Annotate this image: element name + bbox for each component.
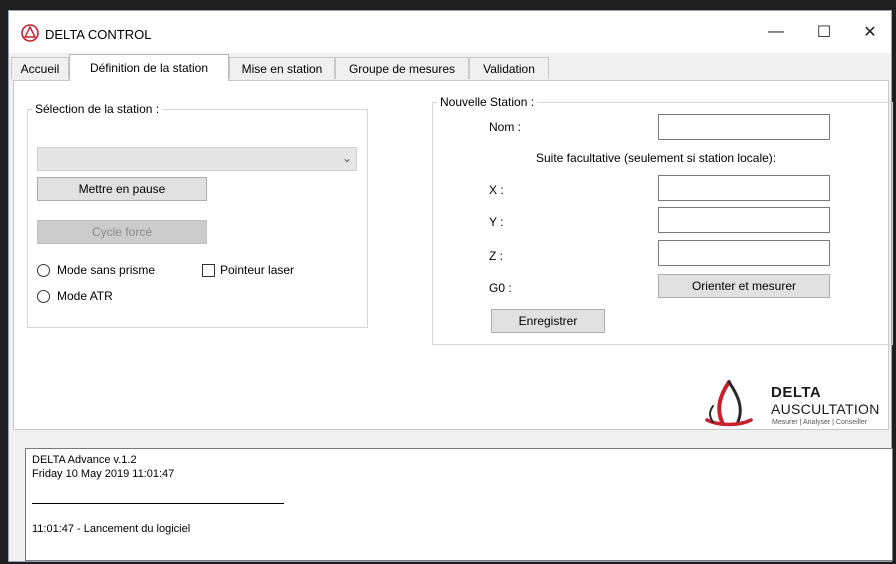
laser-pointer-checkbox[interactable] [202,264,215,277]
log-separator [32,503,284,504]
minimize-button[interactable]: — [753,11,799,53]
x-label: X : [489,183,504,197]
log-entry-line: 11:01:47 - Lancement du logiciel [32,523,191,535]
chevron-down-icon: ⌄ [341,151,352,165]
atr-label: Mode ATR [57,289,113,303]
y-input[interactable] [658,207,830,233]
log-console[interactable]: DELTA Advance v.1.2 Friday 10 May 2019 1… [25,448,893,561]
tab-strip: Accueil Définition de la station Mise en… [9,53,891,81]
delta-app-icon [21,24,39,42]
prismless-radio[interactable] [37,264,50,277]
pause-button[interactable]: Mettre en pause [37,177,207,201]
maximize-button[interactable]: ☐ [801,11,847,53]
close-button[interactable]: ✕ [847,11,893,53]
logo-title: DELTA [771,384,822,401]
tab-definition-station[interactable]: Définition de la station [69,54,229,81]
logo-tagline: Mesurer | Analyser | Conseiller [772,419,868,426]
tab-validation[interactable]: Validation [469,57,549,79]
g0-label: G0 : [489,281,512,295]
new-station-legend: Nouvelle Station : [440,95,535,109]
app-window: DELTA CONTROL — ☐ ✕ Accueil Définition d… [8,10,893,562]
prismless-label: Mode sans prisme [57,263,156,277]
z-label: Z : [489,249,503,263]
save-button[interactable]: Enregistrer [491,309,605,333]
x-input[interactable] [658,175,830,201]
logo-subtitle: AUSCULTATION [771,401,880,417]
atr-radio[interactable] [37,290,50,303]
station-selection-legend: Sélection de la station : [35,102,160,116]
log-version-line: DELTA Advance v.1.2 [32,454,137,466]
orient-measure-button[interactable]: Orienter et mesurer [658,274,830,298]
name-label: Nom : [489,120,522,134]
forced-cycle-button[interactable]: Cycle forcé [37,220,207,244]
z-input[interactable] [658,240,830,266]
title-bar: DELTA CONTROL — ☐ ✕ [9,11,891,53]
delta-auscultation-logo-icon [705,380,753,427]
tab-mise-en-station[interactable]: Mise en station [229,57,335,79]
y-label: Y : [489,215,504,229]
laser-pointer-label: Pointeur laser [220,263,295,277]
tab-groupe-mesures[interactable]: Groupe de mesures [335,57,469,79]
window-title: DELTA CONTROL [45,27,152,42]
optional-note: Suite facultative (seulement si station … [536,151,777,165]
station-dropdown[interactable]: ⌄ [37,147,357,171]
tab-accueil[interactable]: Accueil [11,57,69,79]
log-date-line: Friday 10 May 2019 11:01:47 [32,468,175,480]
name-input[interactable] [658,114,830,140]
